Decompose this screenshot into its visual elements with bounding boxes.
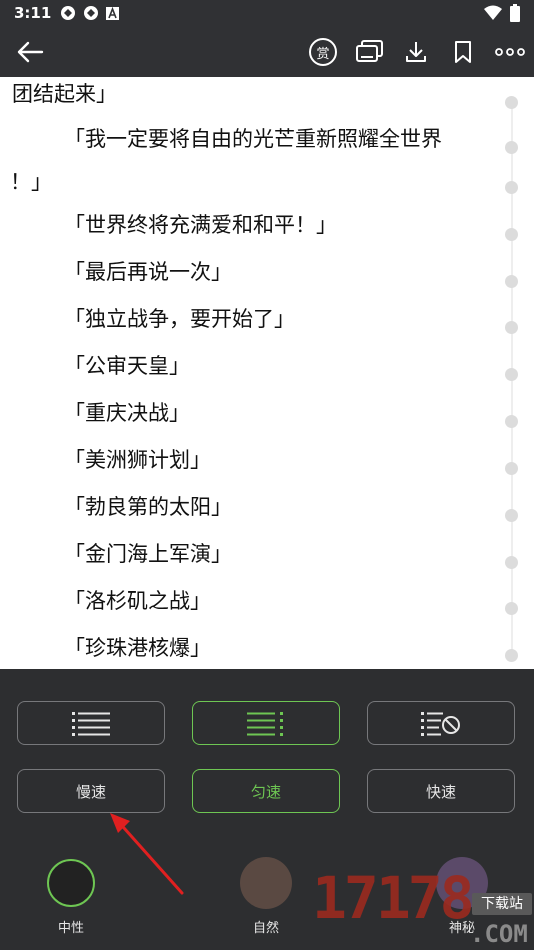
watermark-suffix: .COM <box>470 920 528 948</box>
text-line: 「勃良第的太阳」 <box>64 495 232 519</box>
back-button[interactable] <box>8 27 52 77</box>
download-button[interactable] <box>394 27 438 77</box>
wifi-icon <box>484 5 502 20</box>
status-time: 3:11 <box>14 4 52 22</box>
text-line: 「金门海上军演」 <box>64 542 232 566</box>
text-line: 「洛杉矶之战」 <box>64 589 211 613</box>
progress-dot[interactable] <box>505 181 518 194</box>
progress-dot[interactable] <box>505 141 518 154</box>
voice-option-natural[interactable]: 自然 <box>216 857 316 936</box>
speed-fast-button[interactable]: 快速 <box>367 769 515 813</box>
voice-avatar <box>47 859 95 907</box>
progress-dot[interactable] <box>505 649 518 662</box>
layout-mode-button[interactable] <box>367 701 515 745</box>
progress-dot[interactable] <box>505 228 518 241</box>
progress-dot[interactable] <box>505 275 518 288</box>
text-line: 「最后再说一次」 <box>64 260 232 284</box>
list-dotted-icon <box>247 712 283 736</box>
status-bar: 3:11 <box>0 0 534 27</box>
voice-label: 中性 <box>57 921 84 936</box>
bookmark-icon <box>455 41 471 63</box>
progress-dot[interactable] <box>505 321 518 334</box>
battery-icon <box>510 4 520 22</box>
list-icon <box>72 712 110 736</box>
reward-button[interactable]: 赏 <box>301 27 345 77</box>
text-line: 团结起来」 <box>12 82 117 106</box>
list-no-icon <box>421 712 460 736</box>
text-line: 「我一定要将自由的光芒重新照耀全世界 <box>64 127 442 151</box>
voice-avatar <box>240 857 292 909</box>
progress-dot[interactable] <box>505 368 518 381</box>
layout-mode-button[interactable] <box>17 701 165 745</box>
speed-normal-button[interactable]: 匀速 <box>192 769 340 813</box>
text-line: 「珍珠港核爆」 <box>64 636 211 660</box>
a-badge-icon <box>106 6 119 20</box>
screen-cast-icon <box>356 40 383 62</box>
reward-icon: 赏 <box>309 38 337 66</box>
watermark-logo: 17178 <box>312 864 475 932</box>
text-line: 「重庆决战」 <box>64 401 190 425</box>
progress-dot[interactable] <box>505 509 518 522</box>
voice-label: 自然 <box>252 921 279 936</box>
download-icon <box>406 42 426 62</box>
more-button[interactable] <box>488 27 532 77</box>
reward-label: 赏 <box>316 46 330 62</box>
app-notification-icon <box>84 6 98 20</box>
reader-toolbar: 赏 <box>0 27 534 77</box>
progress-dot[interactable] <box>505 556 518 569</box>
text-line: 「美洲狮计划」 <box>64 448 211 472</box>
more-icon <box>495 48 525 56</box>
reading-content[interactable]: 团结起来」 「我一定要将自由的光芒重新照耀全世界 ！」 「世界终将充满爱和和平！… <box>0 77 534 669</box>
progress-dot[interactable] <box>505 415 518 428</box>
layout-mode-button-active[interactable] <box>192 701 340 745</box>
progress-dot[interactable] <box>505 96 518 109</box>
text-line: ！」 <box>10 170 52 194</box>
back-arrow-icon <box>17 41 44 63</box>
progress-dot[interactable] <box>505 462 518 475</box>
text-line: 「公审天皇」 <box>64 354 190 378</box>
progress-dot[interactable] <box>505 602 518 615</box>
bookmark-button[interactable] <box>441 27 485 77</box>
app-notification-icon <box>61 6 75 20</box>
watermark-tag: 下载站 <box>472 893 532 915</box>
text-line: 「独立战争，要开始了」 <box>64 307 295 331</box>
screen-cast-button[interactable] <box>348 27 392 77</box>
annotation-arrow <box>110 813 184 895</box>
text-line: 「世界终将充满爱和和平！」 <box>64 213 337 237</box>
